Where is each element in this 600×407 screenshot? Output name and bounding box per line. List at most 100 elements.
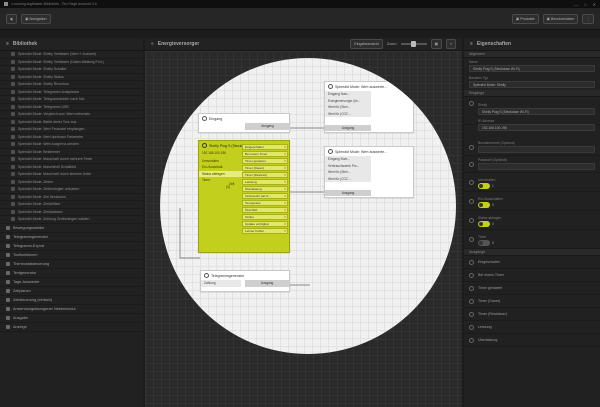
radio-icon[interactable] bbox=[469, 324, 474, 330]
splendid-top-output-port[interactable]: Ausgang bbox=[325, 124, 371, 131]
shelly-output-port[interactable]: Leistung × bbox=[242, 179, 288, 185]
library-item[interactable]: Splendid Mode: Wert durchaus Parameter bbox=[0, 134, 143, 141]
library-item[interactable]: Splendid Mode: Vergleich zum Wert mehrma… bbox=[0, 111, 143, 119]
property-toggle[interactable] bbox=[478, 182, 490, 189]
library-item[interactable]: Splendid Mode: Wert Feuerziel empfangen bbox=[0, 126, 143, 134]
library-item[interactable]: Splendid Mode: Maschnell durch mehrere T… bbox=[0, 156, 143, 164]
library-item[interactable]: Splendid Mode: Telegrammfolder nach Tab bbox=[0, 96, 143, 104]
section-eingaenge[interactable]: Eingänge bbox=[464, 90, 600, 97]
library-item[interactable]: Splendid Mode: Maschinell Schaltbild bbox=[0, 164, 143, 171]
library-group[interactable]: Thermostatsteuerung bbox=[0, 260, 143, 269]
shelly-output-port[interactable]: Timer (Restzeit) × bbox=[242, 172, 288, 178]
expand-right-button[interactable]: » bbox=[446, 39, 456, 49]
radio-icon[interactable] bbox=[469, 259, 474, 265]
minimize-button[interactable]: — bbox=[574, 2, 578, 7]
library-group[interactable]: Zeitplanen bbox=[0, 287, 143, 296]
property-output-item[interactable]: Timer (Restdauer) bbox=[464, 308, 600, 321]
radio-icon[interactable] bbox=[469, 217, 474, 223]
device-select[interactable]: Shelly Plug S (Steckdose Wi-Fi) bbox=[478, 108, 595, 115]
property-output-item[interactable]: Leistung bbox=[464, 321, 600, 334]
library-item[interactable]: Splendid Mode: Zieldadatum bbox=[0, 209, 143, 216]
radio-icon[interactable] bbox=[469, 101, 474, 106]
close-button[interactable]: ✕ bbox=[593, 2, 596, 7]
shelly-output-port[interactable]: Überhitzt × bbox=[242, 207, 288, 213]
remove-output-icon[interactable]: × bbox=[284, 152, 286, 156]
port-telegram-ausgang[interactable]: Ausgang bbox=[245, 280, 289, 287]
splendid-top-input-port[interactable]: Wert für (CO2 ... bbox=[325, 110, 371, 117]
library-item[interactable]: Splendid Mode: Shelly Status bbox=[0, 74, 143, 81]
shelly-output-port[interactable]: Timer gestartet × bbox=[242, 158, 288, 164]
property-input[interactable] bbox=[478, 146, 595, 153]
zoom-slider-thumb[interactable] bbox=[410, 41, 416, 47]
library-item[interactable]: Splendid Mode: Zeitbedingter umhaben bbox=[0, 186, 143, 194]
library-item[interactable]: Splendid Mode: Bestimmer bbox=[0, 149, 143, 156]
library-group[interactable]: Zeitsteuerung (einfach) bbox=[0, 296, 143, 305]
shelly-output-port[interactable]: Update verfügbar × bbox=[242, 221, 288, 227]
property-output-item[interactable]: Timer (Dauer) bbox=[464, 295, 600, 308]
user-data-button[interactable]: ▣ Benutzerdaten bbox=[542, 13, 579, 24]
library-item[interactable]: Splendid Mode: Zeiten bbox=[0, 179, 143, 186]
collapse-icon[interactable]: ≡ bbox=[6, 41, 9, 47]
remove-output-icon[interactable]: × bbox=[284, 222, 286, 226]
library-item[interactable]: Splendid Mode: Zuhlung Zeitbedingter wäh… bbox=[0, 216, 143, 224]
splendid-mid-input-port[interactable]: Wert für (CO2 ... bbox=[325, 175, 371, 182]
port-telegram-zahlung[interactable]: Zahlung bbox=[201, 280, 241, 287]
node-splendid-mid[interactable]: Splendid Mode: Wert auswerte... Eingang … bbox=[324, 146, 414, 198]
radio-icon[interactable] bbox=[469, 236, 474, 242]
library-group[interactable]: Ausgabe bbox=[0, 314, 143, 323]
remove-output-icon[interactable]: × bbox=[284, 187, 286, 191]
property-output-item[interactable]: Bei einem Timer bbox=[464, 269, 600, 282]
ip-input[interactable]: 192.168.100.196 bbox=[478, 124, 595, 131]
radio-icon[interactable] bbox=[469, 337, 474, 343]
radio-icon[interactable] bbox=[469, 161, 474, 167]
input-view-button[interactable]: Eingabeansicht bbox=[350, 39, 383, 49]
collapse-props-icon[interactable]: ≡ bbox=[470, 41, 473, 47]
library-item[interactable]: Splendid Mode: Shelly Schalter bbox=[0, 66, 143, 74]
remove-output-icon[interactable]: × bbox=[284, 201, 286, 205]
shelly-output-port[interactable]: Online × bbox=[242, 214, 288, 220]
library-item[interactable]: Splendid Mode: Maschnell durch kleinere … bbox=[0, 171, 143, 179]
property-output-item[interactable]: Eingeschaltet bbox=[464, 256, 600, 269]
radio-icon[interactable] bbox=[469, 179, 474, 185]
property-output-item[interactable]: Timer gestartet bbox=[464, 282, 600, 295]
home-button[interactable]: ◉ bbox=[6, 13, 18, 24]
maximize-button[interactable]: □ bbox=[584, 2, 586, 7]
library-item[interactable]: Splendid Mode: Telegramm Analytische bbox=[0, 89, 143, 96]
node-telegram-generator[interactable]: Telegrammgenerator Zahlung Ausgang bbox=[200, 270, 290, 292]
radio-icon[interactable] bbox=[469, 272, 474, 278]
splendid-mid-output-port[interactable]: Ausgang bbox=[325, 189, 371, 196]
node-eingang[interactable]: Eingang Ausgang bbox=[198, 113, 290, 133]
node-splendid-top[interactable]: Splendid Mode: Wert auswerte... Eingang … bbox=[324, 81, 414, 133]
library-group[interactable]: Anwendungsbezogener Nebenmodul bbox=[0, 305, 143, 314]
shelly-output-port[interactable]: Bei einem Timer × bbox=[242, 151, 288, 157]
library-item[interactable]: Splendid Mode: Shelly Verlässen (Wert + … bbox=[0, 51, 143, 59]
shelly-output-port[interactable]: Verbraucht (ab S... × bbox=[242, 193, 288, 199]
remove-output-icon[interactable]: × bbox=[284, 229, 286, 233]
property-toggle[interactable] bbox=[478, 239, 490, 246]
library-group[interactable]: Textgenerator bbox=[0, 269, 143, 278]
library-group[interactable]: Anzeige bbox=[0, 323, 143, 332]
port-eingang-ausgang[interactable]: Ausgang bbox=[245, 123, 290, 130]
zoom-slider[interactable] bbox=[400, 41, 427, 47]
library-item[interactable]: Splendid Mode: Wert Ausgrenz-senden bbox=[0, 141, 143, 149]
library-group[interactable]: Tage-Auswerter bbox=[0, 278, 143, 287]
grid-view-button[interactable]: ▦ bbox=[430, 39, 442, 49]
remove-output-icon[interactable]: × bbox=[284, 180, 286, 184]
remove-output-icon[interactable]: × bbox=[284, 145, 286, 149]
radio-icon[interactable] bbox=[469, 311, 474, 317]
more-menu-button[interactable]: ⋮ bbox=[582, 13, 594, 24]
library-sidebar[interactable]: Splendid Mode: Shelly Verlässen (Wert + … bbox=[0, 51, 143, 407]
library-item[interactable]: Splendid Mode: Telegramm USB bbox=[0, 104, 143, 111]
shelly-output-port[interactable]: Überlastung × bbox=[242, 186, 288, 192]
shelly-output-port[interactable]: Letzter Fehler × bbox=[242, 228, 288, 234]
property-toggle[interactable] bbox=[478, 220, 490, 227]
shelly-output-port[interactable]: Temperatur × bbox=[242, 200, 288, 206]
products-button[interactable]: ▣ Produkte bbox=[511, 13, 539, 24]
remove-output-icon[interactable]: × bbox=[284, 173, 286, 177]
radio-icon[interactable] bbox=[469, 198, 474, 204]
library-group[interactable]: Telegrammgenerator bbox=[0, 233, 143, 242]
property-toggle[interactable] bbox=[478, 201, 490, 208]
library-group[interactable]: Toolfunktionen bbox=[0, 251, 143, 260]
radio-icon[interactable] bbox=[469, 144, 474, 150]
radio-icon[interactable] bbox=[469, 298, 474, 304]
